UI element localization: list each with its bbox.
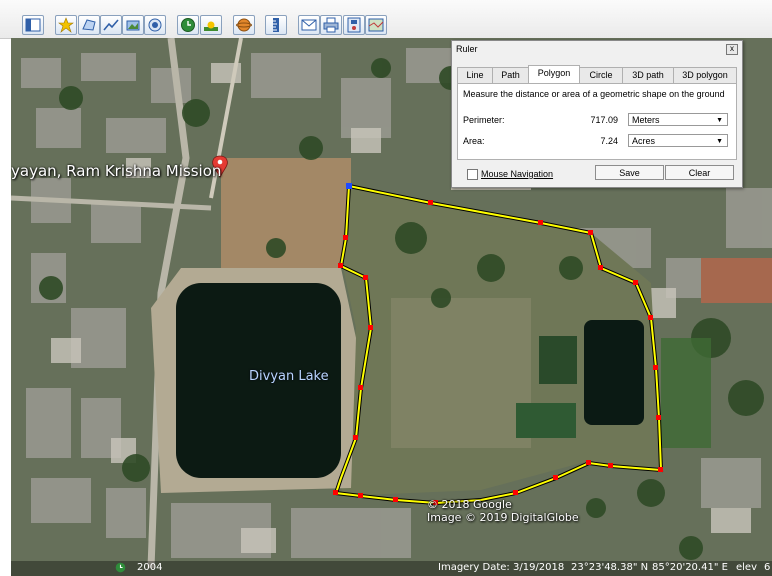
polygon-icon	[82, 19, 96, 31]
tab-path[interactable]: Path	[492, 67, 529, 83]
path-icon	[103, 19, 119, 31]
add-path-button[interactable]	[100, 15, 122, 35]
mouse-navigation-checkbox[interactable]	[467, 169, 478, 180]
switch-planet-icon	[236, 18, 252, 32]
perimeter-unit-value: Meters	[632, 115, 660, 125]
perimeter-label: Perimeter:	[463, 115, 505, 125]
mouse-navigation-label[interactable]: Mouse Navigation	[481, 169, 553, 179]
historical-year[interactable]: 2004	[137, 562, 162, 573]
place-label[interactable]: yayan, Ram Krishna Mission	[11, 162, 221, 180]
ruler-tabs: Line Path Polygon Circle 3D path 3D poly…	[457, 65, 737, 84]
tab-3d-path[interactable]: 3D path	[622, 67, 674, 83]
start-vertex[interactable]	[346, 183, 352, 189]
area-value: 7.24	[600, 136, 618, 146]
longitude-readout: 85°20'20.41" E	[652, 562, 728, 573]
ruler-title: Ruler	[456, 44, 478, 54]
tab-circle[interactable]: Circle	[579, 67, 623, 83]
historical-clock-icon[interactable]	[115, 562, 126, 574]
save-button[interactable]: Save	[595, 165, 664, 180]
perimeter-value: 717.09	[590, 115, 618, 125]
close-button[interactable]: x	[726, 44, 738, 55]
copyright-digitalglobe: Image © 2019 DigitalGlobe	[427, 511, 579, 524]
view-in-maps-button[interactable]	[365, 15, 387, 35]
chevron-down-icon: ▼	[716, 138, 723, 145]
sidebar-toggle-button[interactable]	[22, 15, 44, 35]
status-bar: 2004 Imagery Date: 3/19/2018 23°23'48.38…	[11, 561, 772, 576]
area-unit-value: Acres	[632, 136, 656, 146]
tab-3d-polygon[interactable]: 3D polygon	[673, 67, 737, 83]
ruler-icon	[273, 18, 279, 32]
record-tour-button[interactable]	[144, 15, 166, 35]
save-image-button[interactable]	[343, 15, 365, 35]
print-icon	[323, 17, 339, 33]
perimeter-unit-select[interactable]: Meters ▼	[628, 113, 728, 126]
ruler-button[interactable]	[265, 15, 287, 35]
historical-imagery-icon	[181, 18, 195, 32]
add-placemark-button[interactable]	[55, 15, 77, 35]
imagery-copyright: © 2018 Google Image © 2019 DigitalGlobe	[427, 498, 579, 524]
ruler-description: Measure the distance or area of a geomet…	[463, 89, 725, 99]
print-button[interactable]	[320, 15, 342, 35]
tab-polygon[interactable]: Polygon	[528, 65, 580, 84]
sunlight-icon	[204, 21, 218, 31]
copyright-google: © 2018 Google	[427, 498, 512, 511]
add-image-overlay-button[interactable]	[122, 15, 144, 35]
sunlight-button[interactable]	[200, 15, 222, 35]
tab-line[interactable]: Line	[457, 67, 493, 83]
record-tour-icon	[148, 18, 162, 32]
email-button[interactable]	[298, 15, 320, 35]
chevron-down-icon: ▼	[716, 117, 723, 124]
view-in-maps-icon	[368, 18, 384, 32]
polygon-panel: Measure the distance or area of a geomet…	[457, 83, 737, 160]
placemark-icon	[58, 17, 74, 33]
close-icon: x	[730, 44, 734, 53]
clear-button[interactable]: Clear	[665, 165, 734, 180]
switch-planet-button[interactable]	[233, 15, 255, 35]
toolbar	[0, 0, 772, 39]
save-image-icon	[347, 17, 361, 33]
ruler-dialog: Ruler x Line Path Polygon Circle 3D path…	[451, 40, 743, 188]
area-unit-select[interactable]: Acres ▼	[628, 134, 728, 147]
imagery-date: Imagery Date: 3/19/2018	[438, 562, 565, 573]
historical-imagery-button[interactable]	[177, 15, 199, 35]
lake-label[interactable]: Divyan Lake	[249, 369, 329, 384]
latitude-readout: 23°23'48.38" N	[571, 562, 649, 573]
sidebar-toggle-icon	[25, 18, 41, 32]
area-label: Area:	[463, 136, 485, 146]
overlay-icon	[126, 20, 140, 31]
elevation-trailing: 6	[764, 562, 771, 573]
email-icon	[301, 19, 317, 31]
elevation-label: elev	[736, 562, 758, 573]
add-polygon-button[interactable]	[78, 15, 100, 35]
